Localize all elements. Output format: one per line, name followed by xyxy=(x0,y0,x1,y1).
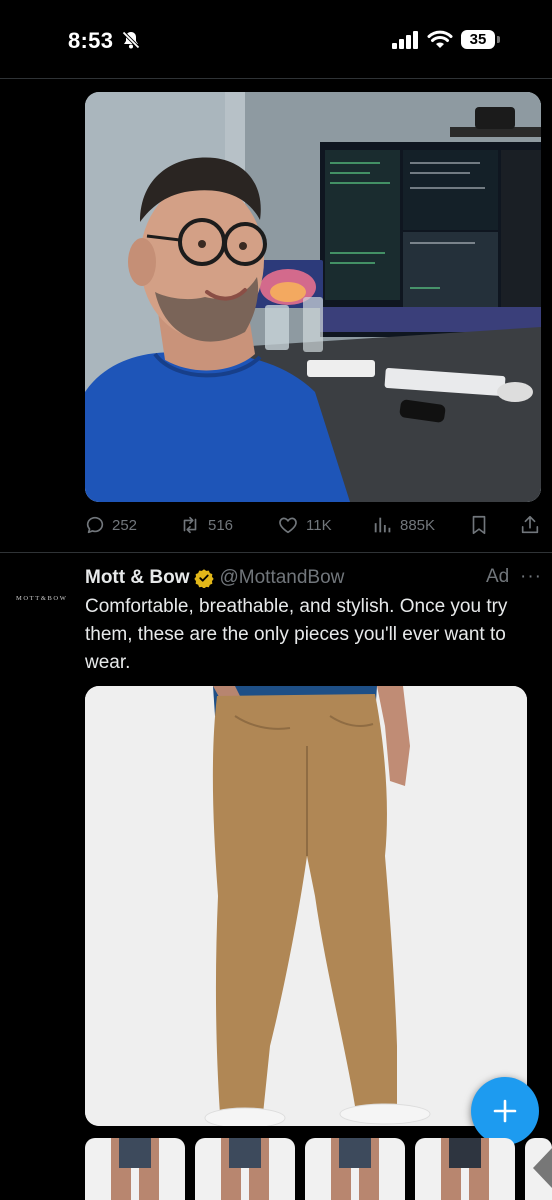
underwear-product-image xyxy=(533,1148,552,1188)
underwear-product-image xyxy=(221,1138,269,1200)
views-icon xyxy=(374,517,391,533)
carousel-item[interactable] xyxy=(85,1138,185,1200)
more-options-button[interactable]: ··· xyxy=(520,566,542,588)
like-count: 11K xyxy=(306,516,332,534)
ad-photo[interactable] xyxy=(85,686,527,1126)
like-button[interactable]: 11K xyxy=(276,508,332,542)
underwear-product-image xyxy=(441,1138,489,1200)
pants-product-image xyxy=(85,686,527,1126)
views-count: 885K xyxy=(400,516,436,534)
verified-badge-icon xyxy=(194,569,215,588)
advertiser-handle[interactable]: @MottandBow xyxy=(219,567,344,589)
selfie-desk-image xyxy=(85,92,541,502)
carousel-item[interactable] xyxy=(525,1138,552,1200)
advertiser-avatar[interactable]: MOTT&BOW xyxy=(16,595,67,602)
repost-button[interactable]: 516 xyxy=(178,508,233,542)
ad-text: Comfortable, breathable, and stylish. On… xyxy=(85,596,508,673)
battery-nub xyxy=(497,36,500,43)
reply-count: 252 xyxy=(112,516,138,534)
status-time: 8:53 xyxy=(68,28,114,53)
bookmark-button[interactable] xyxy=(468,508,496,542)
share-icon xyxy=(521,515,539,534)
status-bar: 8:53 35 xyxy=(0,0,552,78)
signal-icon xyxy=(392,31,418,49)
share-button[interactable] xyxy=(519,508,547,542)
reply-button[interactable]: 252 xyxy=(84,508,137,542)
like-icon xyxy=(279,517,297,534)
battery-level: 35 xyxy=(469,31,487,48)
reply-icon xyxy=(86,516,104,534)
divider xyxy=(0,78,552,79)
carousel-item[interactable] xyxy=(305,1138,405,1200)
compose-button[interactable] xyxy=(471,1077,539,1145)
bell-slash-icon xyxy=(121,30,141,50)
repost-icon xyxy=(183,516,197,534)
repost-count: 516 xyxy=(208,516,234,534)
underwear-product-image xyxy=(111,1138,159,1200)
ad-carousel xyxy=(85,1138,552,1200)
ad-label: Ad xyxy=(486,566,510,587)
underwear-product-image xyxy=(331,1138,379,1200)
ad-header: Mott & Bow @MottandBow xyxy=(85,565,344,591)
bookmark-icon xyxy=(472,515,486,535)
views-button[interactable]: 885K xyxy=(372,508,435,542)
tweet-action-bar: 252 516 11K 885K xyxy=(0,508,552,542)
carousel-item[interactable] xyxy=(415,1138,515,1200)
plus-icon xyxy=(493,1099,517,1123)
wifi-icon xyxy=(427,30,453,48)
tweet-photo[interactable] xyxy=(85,92,541,502)
carousel-item[interactable] xyxy=(195,1138,295,1200)
battery-icon: 35 xyxy=(461,30,495,49)
advertiser-name[interactable]: Mott & Bow xyxy=(85,567,189,589)
divider xyxy=(0,552,552,553)
